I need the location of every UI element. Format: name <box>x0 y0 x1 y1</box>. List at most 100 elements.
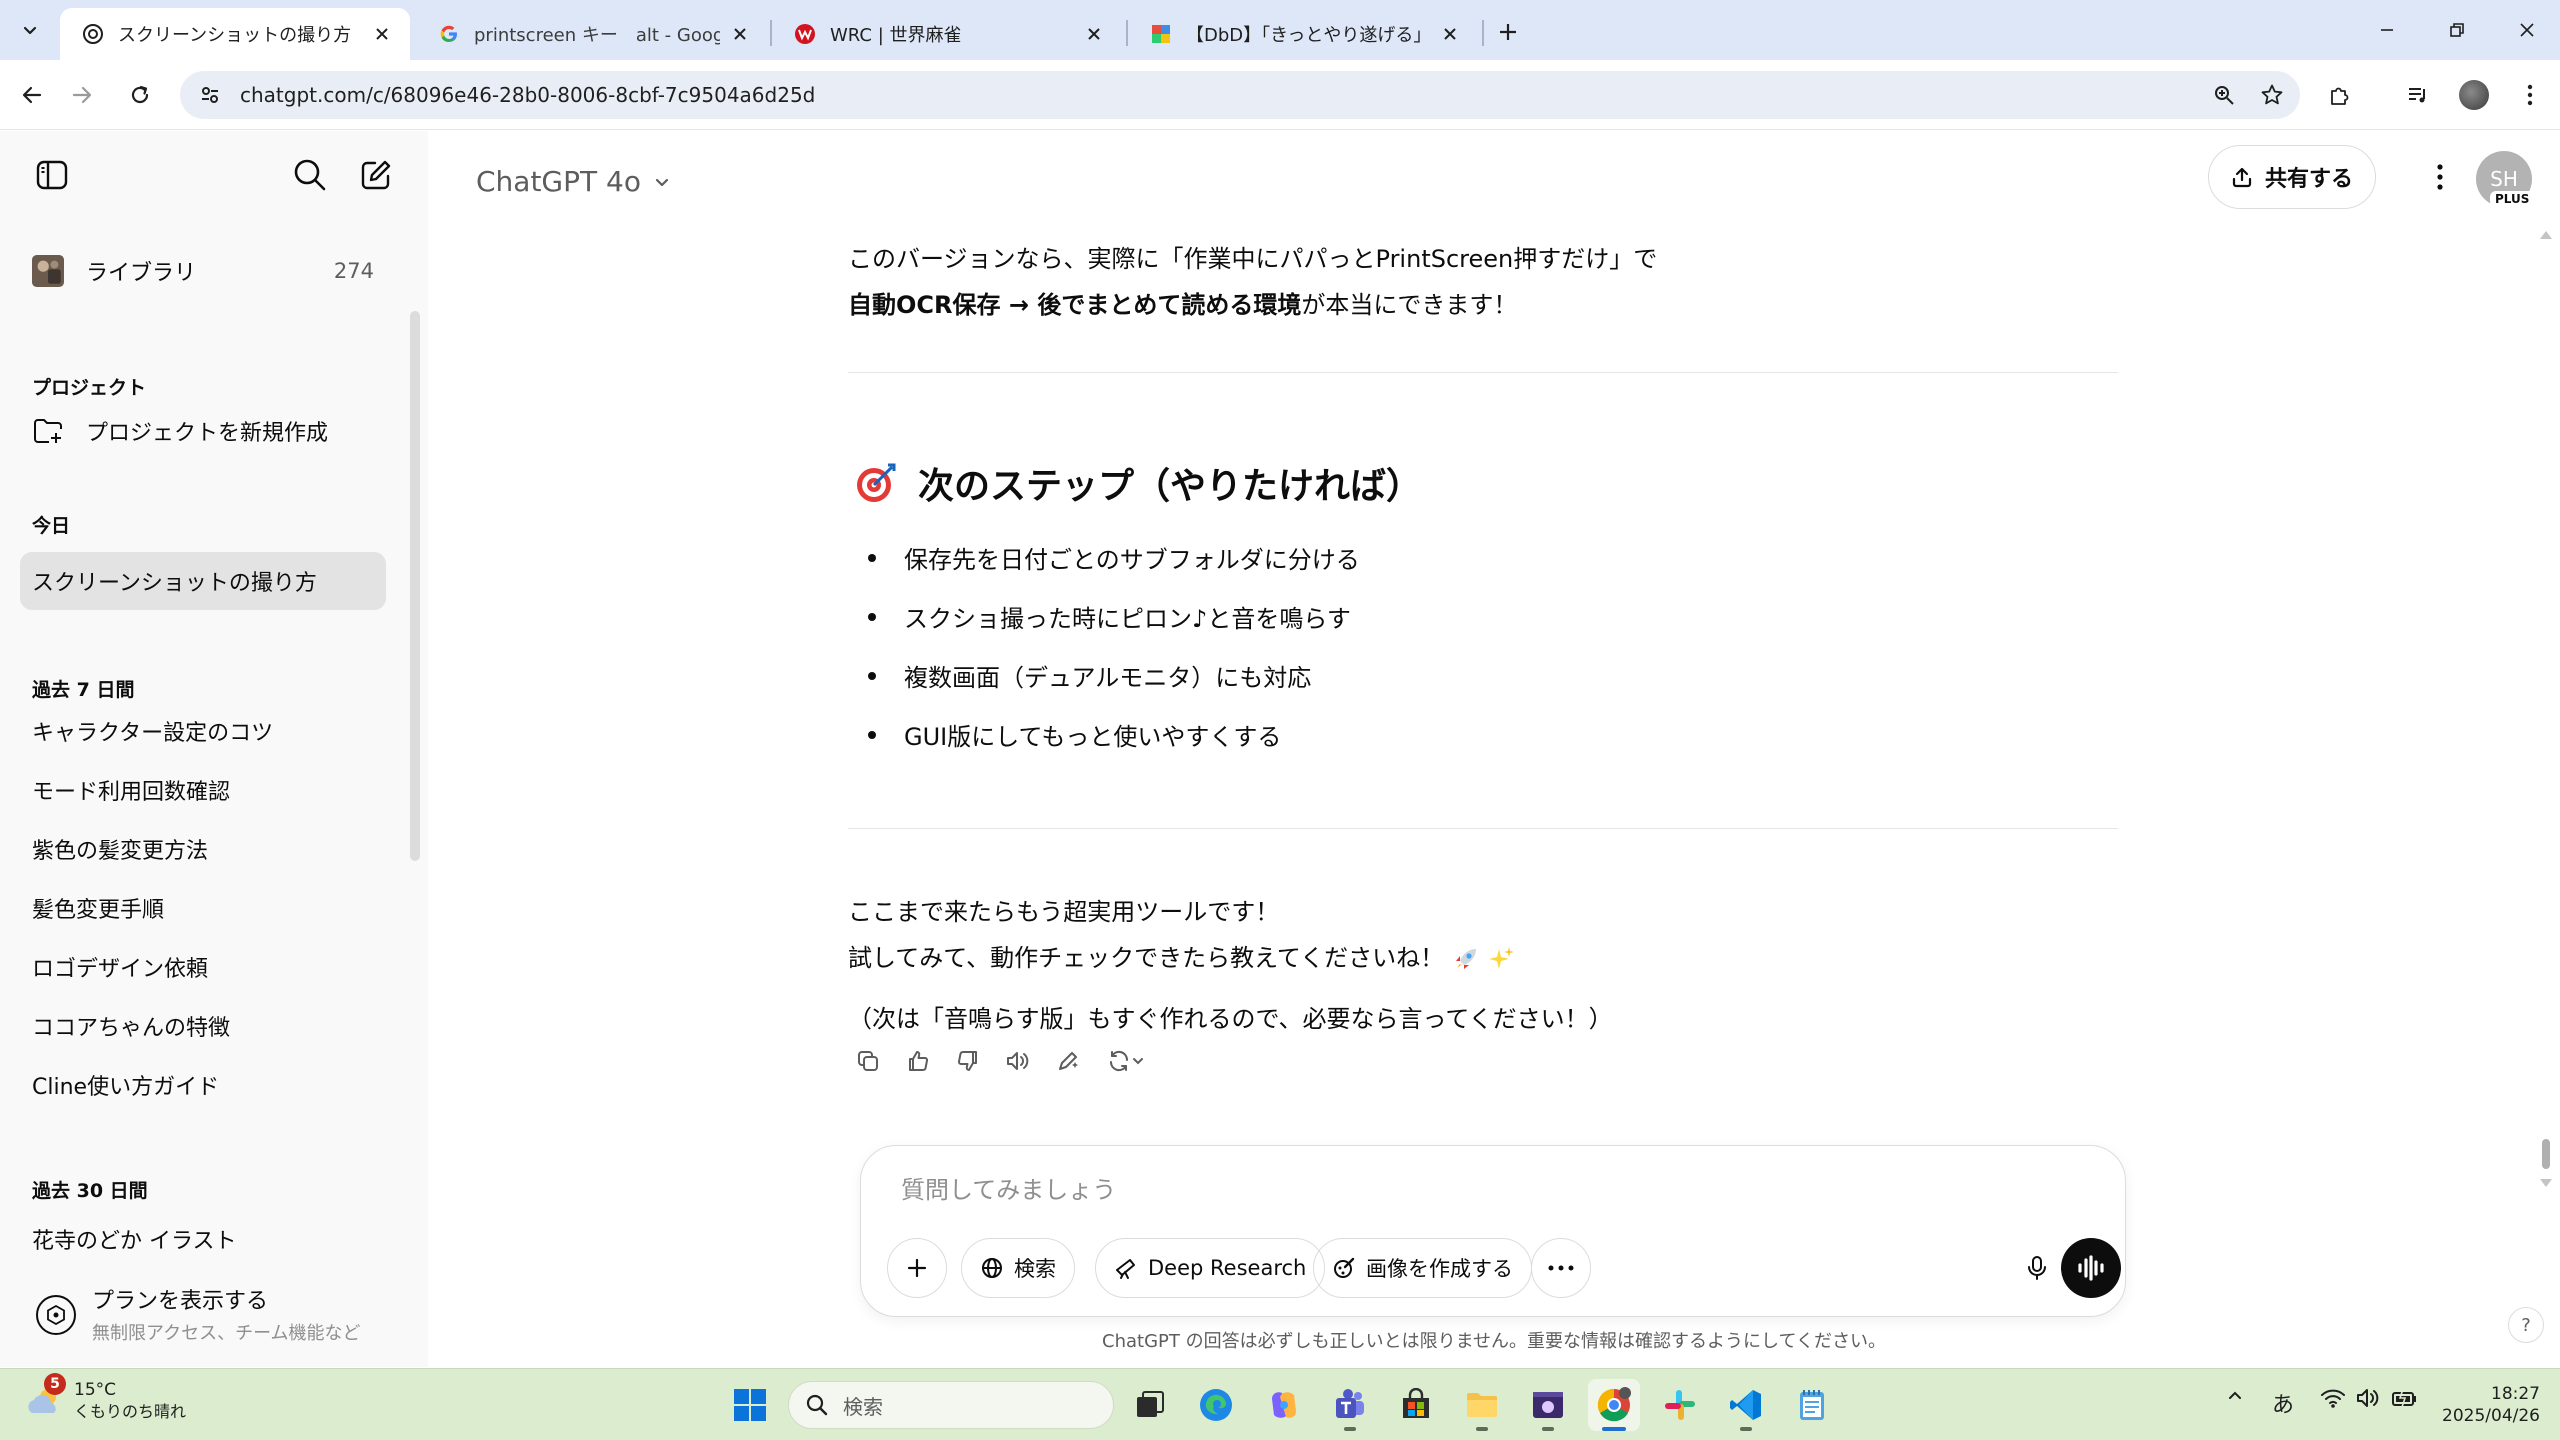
sidebar: GPT を探す ライブラリ 274 プロジェクト プロジェクトを新規作成 今日 … <box>0 131 428 1367</box>
view-plans-button[interactable]: プランを表示する 無制限アクセス、チーム機能など <box>0 1271 428 1367</box>
browser-tab[interactable]: WRC | 世界麻雀 <box>772 8 1122 60</box>
deep-research-label: Deep Research <box>1148 1256 1307 1280</box>
taskbar-vscode[interactable] <box>1720 1379 1772 1431</box>
edit-canvas-button[interactable] <box>1048 1041 1088 1081</box>
message-text: このバージョンなら、実際に「作業中にパパっとPrintScreen押すだけ」で <box>848 245 1658 273</box>
sidebar-item-label: ロゴデザイン依頼 <box>32 957 209 982</box>
avatar-initials: SH <box>2490 167 2518 191</box>
toggle-sidebar-button[interactable] <box>30 153 74 197</box>
thumbs-up-icon <box>909 1051 929 1071</box>
minimize-button[interactable] <box>2352 0 2422 60</box>
bookmark-star-icon[interactable] <box>2252 75 2292 115</box>
regenerate-button[interactable] <box>1098 1041 1154 1081</box>
copy-button[interactable] <box>848 1041 888 1081</box>
close-icon[interactable] <box>1082 22 1106 46</box>
sidebar-item-chat[interactable]: キャラクター設定のコツ <box>20 702 386 760</box>
browser-tab[interactable]: printscreen キー alt - Google 検索 <box>416 8 768 60</box>
battery-status[interactable] <box>2388 1387 2422 1409</box>
attach-button[interactable] <box>887 1238 947 1298</box>
sidebar-item-chat[interactable]: 紫色の髪変更方法 <box>20 820 386 878</box>
sidebar-scrollbar[interactable] <box>410 311 420 861</box>
taskbar-store[interactable] <box>1390 1379 1442 1431</box>
sidebar-item-library[interactable]: ライブラリ 274 <box>20 242 386 300</box>
read-aloud-button[interactable] <box>998 1041 1038 1081</box>
puzzle-icon <box>2331 87 2349 105</box>
model-selector[interactable]: ChatGPT 4o <box>468 159 679 204</box>
taskbar-slack[interactable] <box>1654 1379 1706 1431</box>
taskbar-chrome[interactable] <box>1588 1379 1640 1431</box>
taskbar-notepad[interactable] <box>1786 1379 1838 1431</box>
create-image-button[interactable]: 画像を作成する <box>1313 1238 1532 1298</box>
voice-mode-button[interactable] <box>2061 1238 2121 1298</box>
profile-button[interactable] <box>2454 75 2494 115</box>
close-window-button[interactable] <box>2492 0 2560 60</box>
show-hidden-icons-button[interactable] <box>2218 1387 2252 1405</box>
sidebar-item-label: モード利用回数確認 <box>32 780 231 805</box>
share-button[interactable]: 共有する <box>2208 145 2376 209</box>
bullet-dot <box>868 612 876 621</box>
network-status[interactable] <box>2316 1387 2350 1409</box>
search-chats-button[interactable] <box>288 153 332 197</box>
start-button[interactable] <box>728 1383 772 1427</box>
message-divider <box>848 372 2118 373</box>
bad-response-button[interactable] <box>948 1041 988 1081</box>
sidebar-item-chat[interactable]: ロゴデザイン依頼 <box>20 938 386 996</box>
ime-indicator[interactable]: あ <box>2266 1387 2300 1419</box>
dictate-button[interactable] <box>2009 1240 2065 1296</box>
conversation-options-button[interactable] <box>2418 155 2462 199</box>
chevron-down-icon <box>655 178 669 186</box>
microphone-icon <box>2028 1256 2046 1280</box>
sidebar-item-chat[interactable]: モード利用回数確認 <box>20 761 386 819</box>
taskbar-file-explorer[interactable] <box>1456 1379 1508 1431</box>
list-item-text: 複数画面（デュアルモニタ）にも対応 <box>904 664 1312 692</box>
store-icon <box>1403 1388 1429 1418</box>
chat-scrollbar[interactable] <box>2536 227 2556 1247</box>
weather-alert-badge: 5 <box>44 1373 66 1395</box>
chrome-menu-button[interactable] <box>2510 75 2550 115</box>
browser-tab-active[interactable]: スクリーンショットの撮り方 <box>60 8 410 60</box>
sidebar-item-chat[interactable]: 花寺のどか イラスト <box>20 1210 386 1268</box>
message-text-line: 試してみて、動作チェックできたら教えてくださいね！ <box>848 944 1445 972</box>
tab-search-button[interactable] <box>12 12 48 48</box>
sidebar-item-chat[interactable]: ココアちゃんの特徴 <box>20 997 386 1055</box>
media-controls-button[interactable] <box>2398 75 2438 115</box>
browser-tab[interactable]: 【DbD】「きっとやり遂げる」の性能と <box>1128 8 1478 60</box>
list-item: スクショ撮った時にピロン♪と音を鳴らす <box>868 599 1351 634</box>
taskbar-clock[interactable]: 18:27 2025/04/26 <box>2440 1383 2540 1427</box>
volume-status[interactable] <box>2352 1387 2386 1409</box>
taskbar-search[interactable]: 検索 <box>788 1381 1114 1429</box>
message-input[interactable] <box>901 1170 1901 1210</box>
close-icon[interactable] <box>728 22 752 46</box>
minimize-icon <box>2381 29 2393 31</box>
address-bar[interactable]: chatgpt.com/c/68096e46-28b0-8006-8cbf-7c… <box>180 71 2300 119</box>
url-text[interactable]: chatgpt.com/c/68096e46-28b0-8006-8cbf-7c… <box>240 83 2204 107</box>
more-tools-button[interactable] <box>1531 1238 1591 1298</box>
new-chat-button[interactable] <box>354 153 398 197</box>
sidebar-item-chat-active[interactable]: スクリーンショットの撮り方 <box>20 552 386 610</box>
restore-button[interactable] <box>2422 0 2492 60</box>
windows-logo-icon <box>734 1389 766 1421</box>
back-button[interactable] <box>12 75 52 115</box>
taskbar-mahjong-app[interactable] <box>1522 1379 1574 1431</box>
folder-icon <box>1467 1393 1497 1417</box>
forward-button[interactable] <box>62 75 102 115</box>
weather-widget[interactable]: 5 15°C くもりのち晴れ <box>22 1373 186 1423</box>
zoom-icon[interactable] <box>2204 75 2244 115</box>
extensions-button[interactable] <box>2320 75 2360 115</box>
close-icon[interactable] <box>370 22 394 46</box>
search-tool-button[interactable]: 検索 <box>961 1238 1075 1298</box>
taskbar-edge[interactable] <box>1190 1379 1242 1431</box>
sidebar-item-chat[interactable]: 髪色変更手順 <box>20 879 386 937</box>
reload-button[interactable] <box>120 75 160 115</box>
task-view-button[interactable] <box>1124 1379 1176 1431</box>
sidebar-item-chat[interactable]: Cline使い方ガイド <box>20 1056 386 1114</box>
help-button[interactable]: ? <box>2508 1307 2544 1343</box>
new-project-button[interactable]: プロジェクトを新規作成 <box>20 402 386 460</box>
taskbar-copilot[interactable] <box>1258 1379 1310 1431</box>
site-info-icon[interactable] <box>188 77 232 113</box>
new-tab-button[interactable] <box>1490 14 1526 50</box>
deep-research-button[interactable]: Deep Research <box>1095 1238 1326 1298</box>
good-response-button[interactable] <box>898 1041 938 1081</box>
taskbar-teams[interactable] <box>1324 1379 1376 1431</box>
close-icon[interactable] <box>1438 22 1462 46</box>
